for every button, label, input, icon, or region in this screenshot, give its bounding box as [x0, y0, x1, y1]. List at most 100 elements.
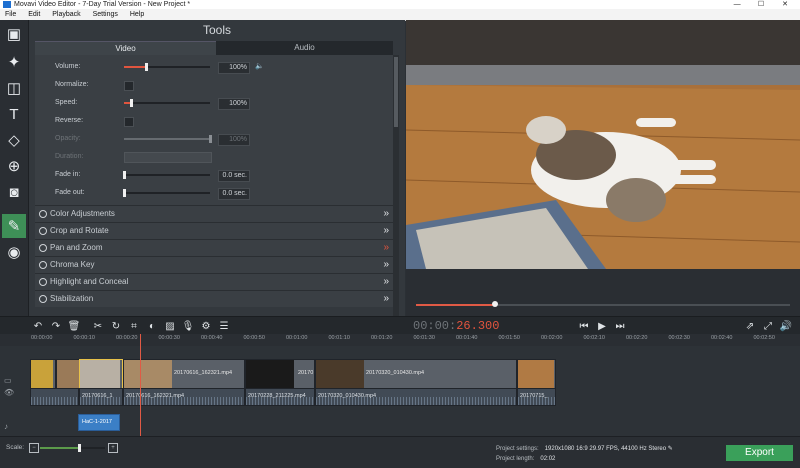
filters-icon[interactable]: ◫ — [2, 76, 26, 100]
section-label: Highlight and Conceal — [50, 277, 129, 286]
section-pan-and-zoom[interactable]: Pan and Zoom » — [35, 239, 393, 256]
clip-properties-icon[interactable]: ✎ — [2, 214, 26, 238]
ruler-tick-label: 00:02:00 — [541, 335, 563, 341]
clip-name: 20170616_162321.mp4 — [126, 393, 185, 399]
rotate-icon[interactable]: ↻ — [108, 318, 124, 334]
redo-icon[interactable]: ↷ — [48, 318, 64, 334]
tools-scrollbar[interactable] — [393, 55, 399, 321]
section-label: Stabilization — [50, 294, 94, 303]
external-preview-icon[interactable]: ⇗ — [742, 318, 758, 334]
audio-clip[interactable]: 20170228_211225.mp4 — [245, 388, 315, 406]
fadein-slider[interactable] — [123, 171, 210, 179]
reverse-checkbox[interactable] — [124, 117, 134, 127]
video-clip[interactable]: 20170320_010430.mp4 — [315, 359, 517, 389]
section-crop-and-rotate[interactable]: Crop and Rotate » — [35, 222, 393, 239]
color-adjust-icon[interactable]: ◐ — [144, 318, 160, 334]
timeline-tracks: ▭ 👁 ♪ 20170616_162321.mp4 20170 20170320… — [0, 346, 800, 436]
ruler-tick-label: 00:00:10 — [73, 335, 95, 341]
audio-clip[interactable]: 20170616_1 — [79, 388, 123, 406]
video-clip[interactable] — [30, 359, 56, 389]
ruler-tick-label: 00:02:30 — [668, 335, 690, 341]
undo-icon[interactable]: ↶ — [30, 318, 46, 334]
video-clip[interactable] — [56, 359, 80, 389]
audio-clip[interactable]: 20170616_162321.mp4 — [123, 388, 245, 406]
video-clip-selected[interactable] — [79, 359, 123, 389]
fadein-value[interactable]: 0.0 sec. — [218, 170, 250, 182]
normalize-checkbox[interactable] — [124, 81, 134, 91]
radio-icon — [39, 295, 47, 303]
audio-clip[interactable] — [30, 388, 79, 406]
next-frame-icon[interactable]: ⏭ — [612, 318, 628, 334]
volume-icon[interactable]: 🔊 — [778, 318, 794, 334]
delete-icon[interactable]: 🗑 — [66, 318, 82, 334]
menu-playback[interactable]: Playback — [52, 11, 80, 18]
close-button[interactable]: ✕ — [774, 0, 796, 9]
section-label: Chroma Key — [50, 260, 95, 269]
section-color-adjustments[interactable]: Color Adjustments » — [35, 205, 393, 222]
tab-audio[interactable]: Audio — [216, 41, 393, 55]
section-stabilization[interactable]: Stabilization » — [35, 290, 393, 307]
volume-slider[interactable] — [124, 63, 210, 71]
duration-label: Duration: — [55, 153, 84, 160]
eye-icon[interactable]: 👁 — [4, 388, 14, 397]
music-note-icon: ♪ — [4, 422, 8, 431]
edit-pencil-icon[interactable]: ✎ — [668, 446, 673, 452]
ruler-tick-label: 00:01:50 — [498, 335, 520, 341]
import-media-icon[interactable]: ▣ — [2, 22, 26, 46]
audio-tools-icon[interactable]: ◉ — [2, 240, 26, 264]
playhead[interactable] — [140, 334, 141, 436]
menu-settings[interactable]: Settings — [93, 11, 118, 18]
speed-slider[interactable] — [124, 99, 210, 107]
tool-sidebar: ▣ ✦ ◫ T ◇ ⊕ ◙ ✎ ◉ — [0, 20, 29, 316]
ruler-tick-label: 00:00:20 — [116, 335, 138, 341]
app-icon — [3, 1, 11, 8]
video-properties: Volume: 100% 🔈 Normalize: Speed: 100% Reverse:… — [35, 55, 393, 221]
audio-clip[interactable]: 20170715_ — [517, 388, 556, 406]
playback-progress[interactable] — [416, 301, 790, 307]
menu-edit[interactable]: Edit — [28, 11, 40, 18]
cut-icon[interactable]: ✂ — [90, 318, 106, 334]
video-clip[interactable] — [517, 359, 556, 389]
image-icon[interactable]: ▨ — [162, 318, 178, 334]
equalizer-icon[interactable]: ☰ — [216, 318, 232, 334]
transitions-icon[interactable]: ◙ — [2, 180, 26, 204]
menu-help[interactable]: Help — [130, 11, 144, 18]
section-highlight-and-conceal[interactable]: Highlight and Conceal » — [35, 273, 393, 290]
speaker-icon[interactable]: 🔈 — [255, 61, 264, 73]
window-title: Movavi Video Editor - 7-Day Trial Versio… — [14, 1, 191, 8]
video-preview[interactable] — [406, 20, 800, 269]
microphone-icon[interactable]: 🎙 — [180, 318, 196, 334]
player-panel — [406, 20, 800, 316]
zoom-in-icon[interactable]: + — [108, 443, 118, 453]
minimize-button[interactable]: — — [726, 0, 748, 9]
titles-icon[interactable]: T — [2, 102, 26, 126]
row-fadein: Fade in: 0.0 sec. — [55, 169, 395, 182]
section-chroma-key[interactable]: Chroma Key » — [35, 256, 393, 273]
settings-gear-icon[interactable]: ⚙ — [198, 318, 214, 334]
export-button[interactable]: Export — [726, 445, 793, 461]
menu-file[interactable]: File — [5, 11, 16, 18]
fullscreen-icon[interactable]: ⤢ — [760, 318, 776, 334]
video-clip[interactable]: 20170616_162321.mp4 — [123, 359, 245, 389]
zoom-icon[interactable]: ⊕ — [2, 154, 26, 178]
speed-value[interactable]: 100% — [218, 98, 250, 110]
scale-slider[interactable] — [40, 444, 105, 452]
fadeout-slider[interactable] — [123, 189, 210, 197]
tab-video[interactable]: Video — [35, 41, 216, 56]
magic-wand-icon[interactable]: ✦ — [2, 50, 26, 74]
maximize-button[interactable]: ☐ — [750, 0, 772, 9]
zoom-out-icon[interactable]: − — [29, 443, 39, 453]
fadeout-value[interactable]: 0.0 sec. — [218, 188, 250, 200]
row-fadeout: Fade out: 0.0 sec. — [55, 187, 395, 200]
previous-frame-icon[interactable]: ⏮ — [576, 318, 592, 334]
opacity-slider — [124, 135, 212, 143]
play-icon[interactable]: ▶ — [594, 318, 610, 334]
ruler-tick-label: 00:01:30 — [413, 335, 435, 341]
video-clip[interactable]: 20170 — [245, 359, 315, 389]
stickers-shapes-icon[interactable]: ◇ — [2, 128, 26, 152]
clip-name: 20170 — [298, 370, 314, 376]
audio-clip[interactable]: 20170320_010430.mp4 — [315, 388, 517, 406]
crop-icon[interactable]: ⌗ — [126, 318, 142, 334]
overlay-clip[interactable]: HaC-1-2017 — [78, 414, 120, 431]
volume-value[interactable]: 100% — [218, 62, 250, 74]
